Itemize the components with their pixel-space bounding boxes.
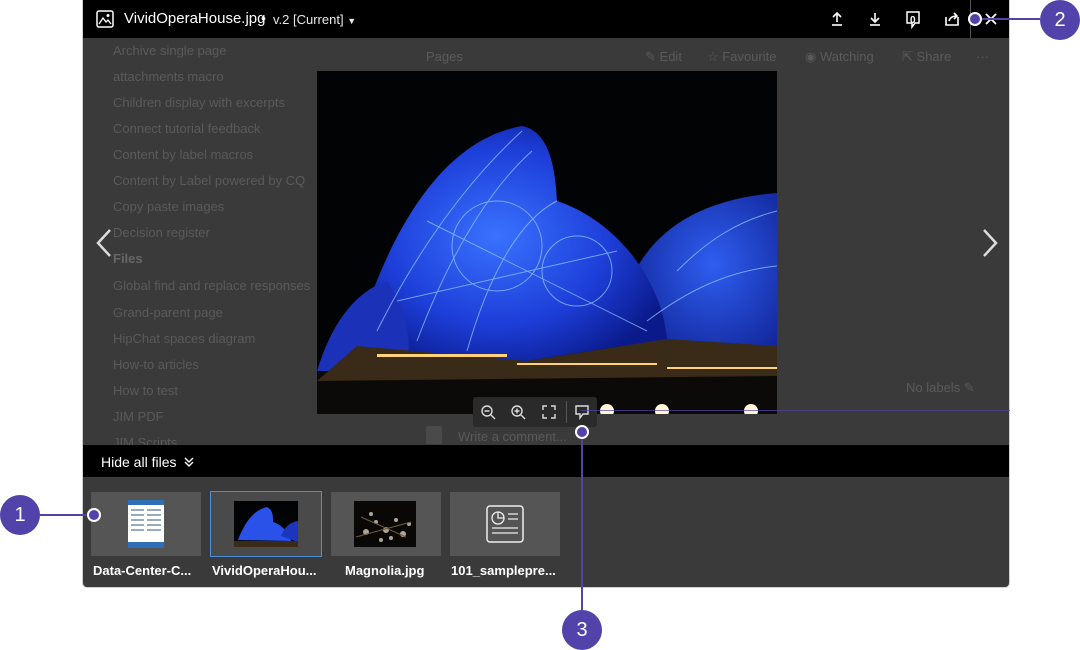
upload-icon: [832, 11, 842, 26]
pencil-icon: ✎: [963, 380, 975, 395]
sidebar-item: Content by label macros: [113, 147, 254, 162]
thumbnail-101-samplepresentation[interactable]: [450, 492, 560, 556]
eye-icon: ◉: [805, 49, 817, 64]
chevron-left-icon: [96, 229, 111, 257]
download-icon: [870, 13, 880, 26]
sidebar-item: Children display with excerpts: [113, 95, 285, 110]
thumbnail-vivid-opera-house[interactable]: [210, 491, 322, 557]
annotate-button[interactable]: [574, 404, 590, 421]
star-icon: ☆: [707, 49, 719, 64]
thumbnail-label: 101_samplepre...: [451, 563, 556, 578]
version-dropdown[interactable]: v.2 [Current] ▼: [273, 12, 356, 27]
image-toolbar: [473, 397, 597, 427]
preview-image-opera-house: [317, 71, 777, 414]
share-icon: ⇱: [902, 49, 913, 64]
sidebar-item: Grand-parent page: [113, 305, 223, 320]
sidebar-item: Connect tutorial feedback: [113, 121, 261, 136]
version-label: v.2 [Current]: [273, 12, 344, 27]
callout-dot-1: [87, 508, 101, 522]
presentation-file-icon: [486, 505, 524, 543]
share-out-icon: [945, 12, 959, 26]
files-bar[interactable]: Hide all files: [83, 445, 1009, 477]
thumbnail-magnolia[interactable]: [331, 492, 441, 556]
avatar: [426, 426, 442, 444]
title-separator: •: [261, 10, 266, 26]
comment-placeholder: Write a comment...: [458, 429, 567, 444]
upload-button[interactable]: [828, 10, 846, 28]
callout-badge-3: 3: [562, 610, 602, 650]
sidebar-item: attachments macro: [113, 69, 224, 84]
thumbnail-data-center[interactable]: [91, 492, 201, 556]
expand-icon: [542, 405, 556, 419]
share-page-button: ⇱ Share: [902, 49, 951, 65]
zoom-in-button[interactable]: [510, 404, 526, 420]
hide-all-files-label: Hide all files: [101, 454, 177, 470]
thumbnail-label: Data-Center-C...: [93, 563, 192, 578]
caret-down-icon: ▼: [347, 16, 357, 26]
next-file-button[interactable]: [981, 228, 999, 263]
callout-badge-2: 2: [1040, 0, 1080, 40]
viewer-header: VividOperaHouse.jpg • v.2 [Current] ▼ 0: [83, 0, 1009, 38]
zoom-out-icon: [481, 405, 496, 420]
toolbar-divider: [566, 401, 567, 423]
no-labels-label: No labels: [906, 380, 961, 395]
edit-label: Edit: [659, 49, 682, 64]
callout-badge-1: 1: [0, 495, 40, 535]
document-thumbnail-icon: [128, 500, 164, 548]
watching-button: ◉ Watching: [805, 49, 874, 65]
callout-line-1: [40, 514, 94, 516]
favourite-button: ☆ Favourite: [707, 49, 776, 65]
callout-line-2: [976, 18, 1040, 20]
files-heading: Files: [113, 251, 143, 266]
sidebar-item: Decision register: [113, 225, 210, 240]
download-button[interactable]: [866, 10, 884, 28]
sidebar-item: Archive single page: [113, 43, 227, 58]
previous-file-button[interactable]: [95, 228, 113, 263]
callout-guide-3: [581, 410, 1010, 411]
comment-pin-icon: [575, 405, 589, 421]
pencil-icon: ✎: [645, 49, 656, 64]
comments-button[interactable]: 0: [904, 10, 922, 30]
zoom-out-button[interactable]: [480, 404, 496, 420]
share-button[interactable]: [943, 10, 961, 28]
fit-to-screen-button[interactable]: [541, 404, 557, 420]
image-thumbnail: [354, 501, 416, 547]
sidebar-item: Global find and replace responses: [113, 278, 311, 293]
breadcrumb: Pages: [426, 49, 463, 64]
no-labels-text: No labels ✎: [906, 380, 975, 396]
sidebar-item: How-to articles: [113, 357, 199, 372]
sidebar-item: Copy paste images: [113, 199, 225, 214]
edit-button: ✎ Edit: [645, 49, 682, 65]
callout-dot-3: [575, 425, 589, 439]
sidebar-item: HipChat spaces diagram: [113, 331, 256, 346]
callout-dot-2: [968, 12, 982, 26]
comment-count: 0: [910, 15, 916, 26]
watching-label: Watching: [819, 49, 874, 64]
share-label: Share: [916, 49, 952, 64]
sidebar-item: JIM PDF: [113, 409, 164, 424]
thumbnail-label: VividOperaHou...: [212, 563, 317, 578]
zoom-in-icon: [511, 405, 526, 420]
thumbnail-label: Magnolia.jpg: [345, 563, 425, 578]
chevron-right-icon: [983, 229, 998, 257]
sidebar-item: How to test: [113, 383, 179, 398]
favourite-label: Favourite: [722, 49, 777, 64]
file-preview-viewer: Archive single page attachments macro Ch…: [83, 0, 1009, 587]
image-file-icon: [96, 10, 114, 28]
callout-line-3: [581, 433, 583, 611]
image-thumbnail: [234, 501, 298, 547]
file-name: VividOperaHouse.jpg: [124, 10, 266, 27]
double-chevron-down-icon: [184, 455, 194, 471]
sidebar-item: Content by Label powered by CQ: [113, 173, 306, 188]
more-actions-button: ···: [976, 49, 989, 64]
